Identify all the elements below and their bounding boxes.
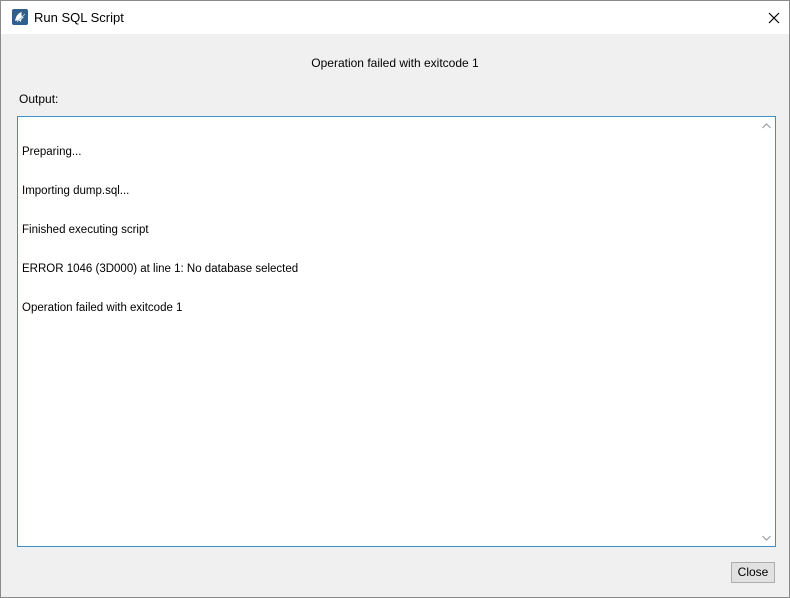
scroll-down-icon[interactable] xyxy=(758,529,775,546)
output-line: Importing dump.sql... xyxy=(22,185,130,197)
vertical-scrollbar[interactable] xyxy=(758,117,775,546)
output-line: Finished executing script xyxy=(22,224,149,236)
output-log: Preparing... Importing dump.sql... Finis… xyxy=(22,120,757,341)
output-line: Preparing... xyxy=(22,146,82,158)
output-line: ERROR 1046 (3D000) at line 1: No databas… xyxy=(22,263,299,275)
scroll-up-icon[interactable] xyxy=(758,117,775,134)
run-sql-script-dialog: Run SQL Script Operation failed with exi… xyxy=(0,0,790,598)
title-bar[interactable]: Run SQL Script xyxy=(1,1,789,34)
output-textarea[interactable]: Preparing... Importing dump.sql... Finis… xyxy=(17,116,776,547)
output-label: Output: xyxy=(19,92,59,106)
status-message: Operation failed with exitcode 1 xyxy=(311,56,479,70)
close-button[interactable]: Close xyxy=(731,562,775,583)
output-line: Operation failed with exitcode 1 xyxy=(22,302,183,314)
mysql-workbench-icon xyxy=(12,9,28,25)
window-title: Run SQL Script xyxy=(34,10,124,25)
close-icon[interactable] xyxy=(759,1,789,34)
